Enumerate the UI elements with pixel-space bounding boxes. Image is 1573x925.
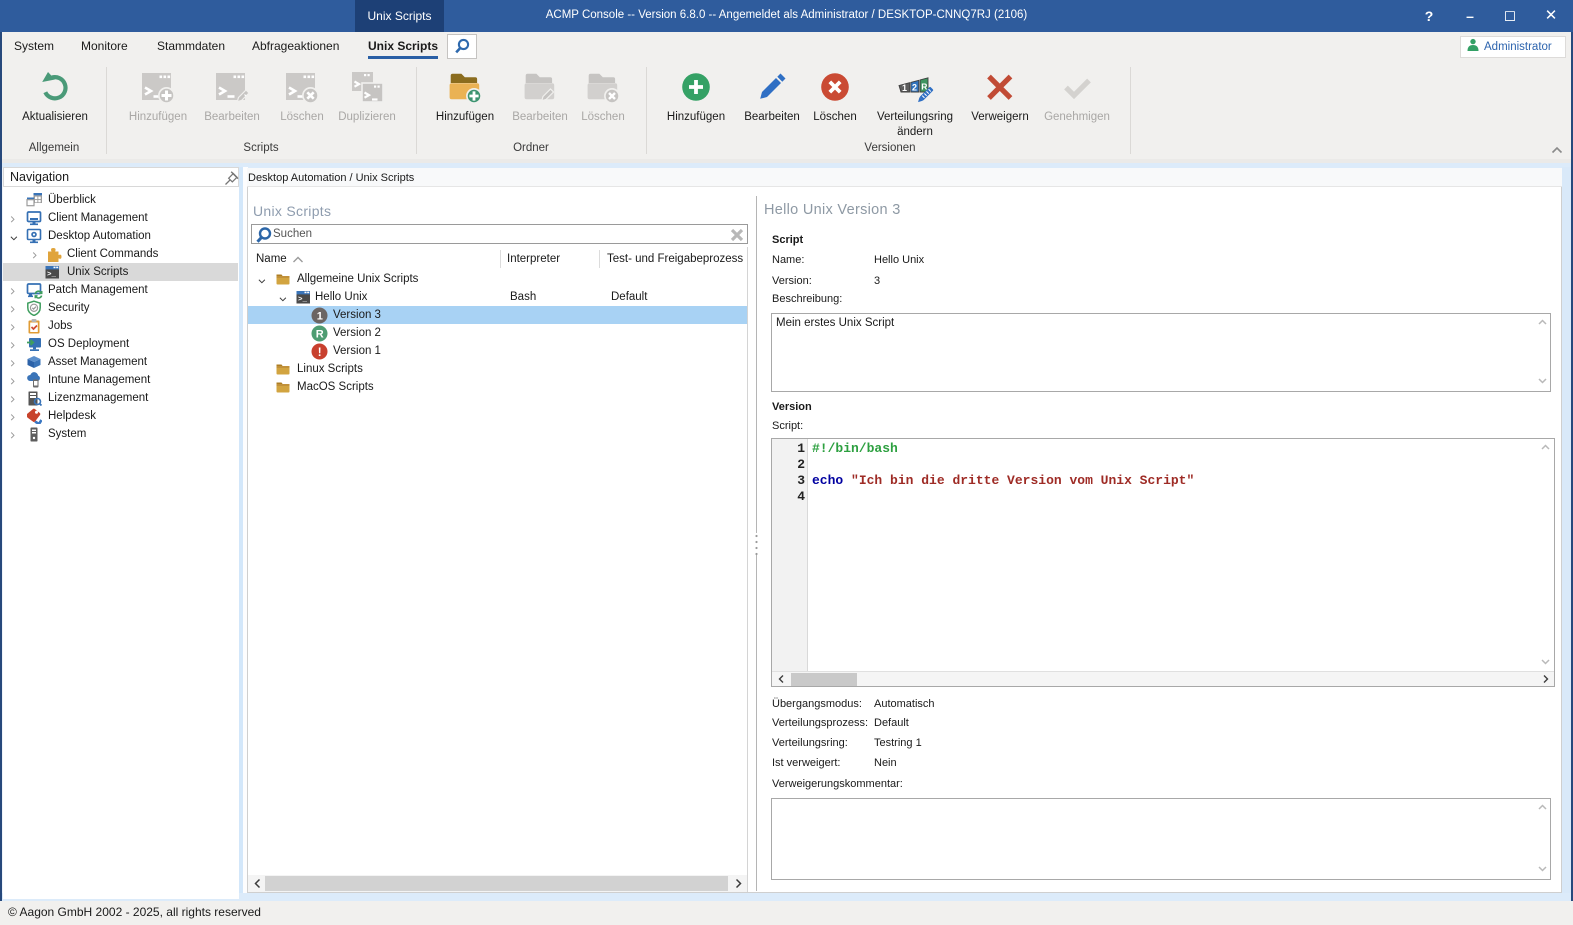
svg-text:1: 1 <box>317 311 323 323</box>
svg-text:R: R <box>921 82 927 92</box>
svg-text:!: ! <box>318 347 322 359</box>
svg-text:1: 1 <box>902 83 907 93</box>
svg-text:2: 2 <box>912 83 917 93</box>
svg-text:R: R <box>316 329 324 341</box>
